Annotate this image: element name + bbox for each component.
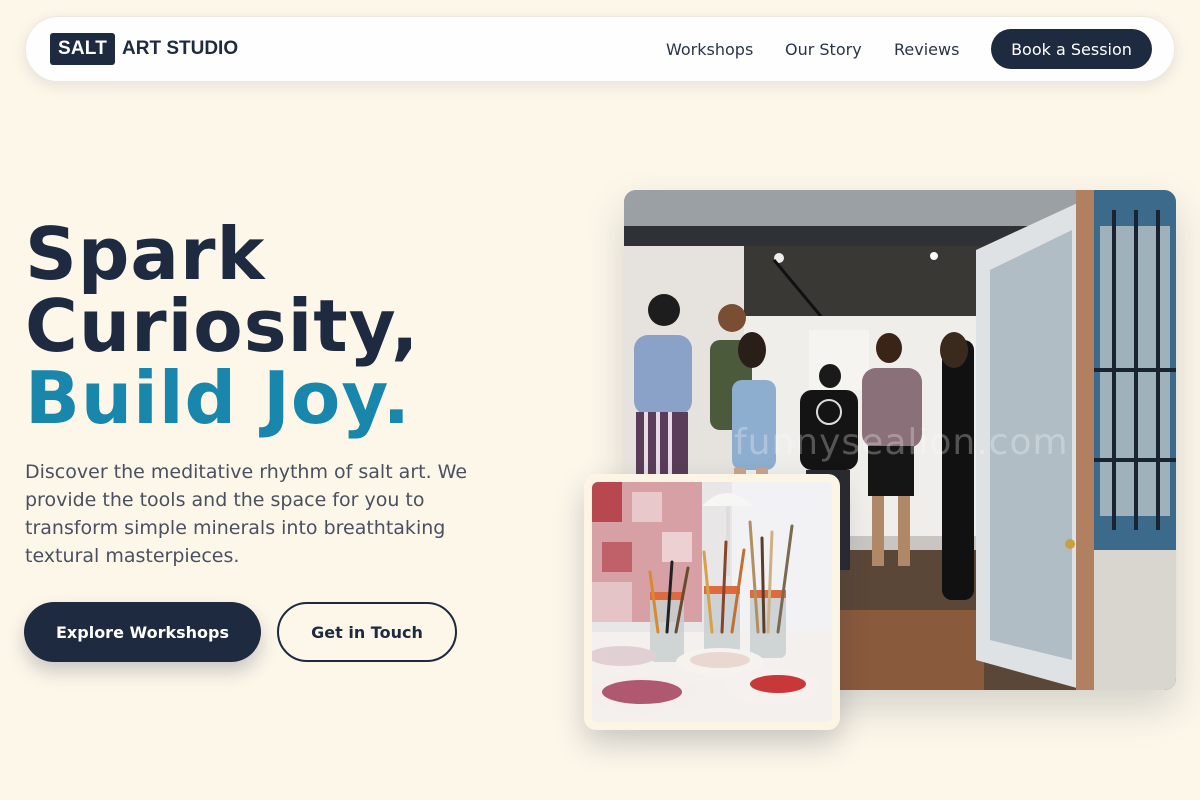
nav-link-our-story[interactable]: Our Story <box>785 40 862 59</box>
hero-title-accent: Build Joy. <box>25 356 412 440</box>
paint-brushes-photo <box>592 482 832 722</box>
navbar: SALT ART STUDIO Workshops Our Story Revi… <box>25 16 1175 82</box>
hero-description: Discover the meditative rhythm of salt a… <box>25 461 468 567</box>
hero-title-line2: Curiosity, <box>25 284 420 368</box>
inset-photo-frame <box>584 474 840 730</box>
get-in-touch-button[interactable]: Get in Touch <box>277 602 457 662</box>
brand-logo[interactable]: SALT ART STUDIO <box>50 33 238 65</box>
book-session-button[interactable]: Book a Session <box>991 29 1152 69</box>
landing-page: SALT ART STUDIO Workshops Our Story Revi… <box>0 0 1200 800</box>
brand-badge: SALT <box>50 33 115 65</box>
brand-name: ART STUDIO <box>122 38 239 59</box>
hero-title-line1: Spark <box>25 212 266 296</box>
nav-link-workshops[interactable]: Workshops <box>666 40 753 59</box>
hero-title: Spark Curiosity, Build Joy. <box>25 218 545 434</box>
explore-workshops-button[interactable]: Explore Workshops <box>24 602 261 662</box>
nav-link-reviews[interactable]: Reviews <box>894 40 959 59</box>
watermark-text: funnysealion.com <box>734 422 1069 463</box>
